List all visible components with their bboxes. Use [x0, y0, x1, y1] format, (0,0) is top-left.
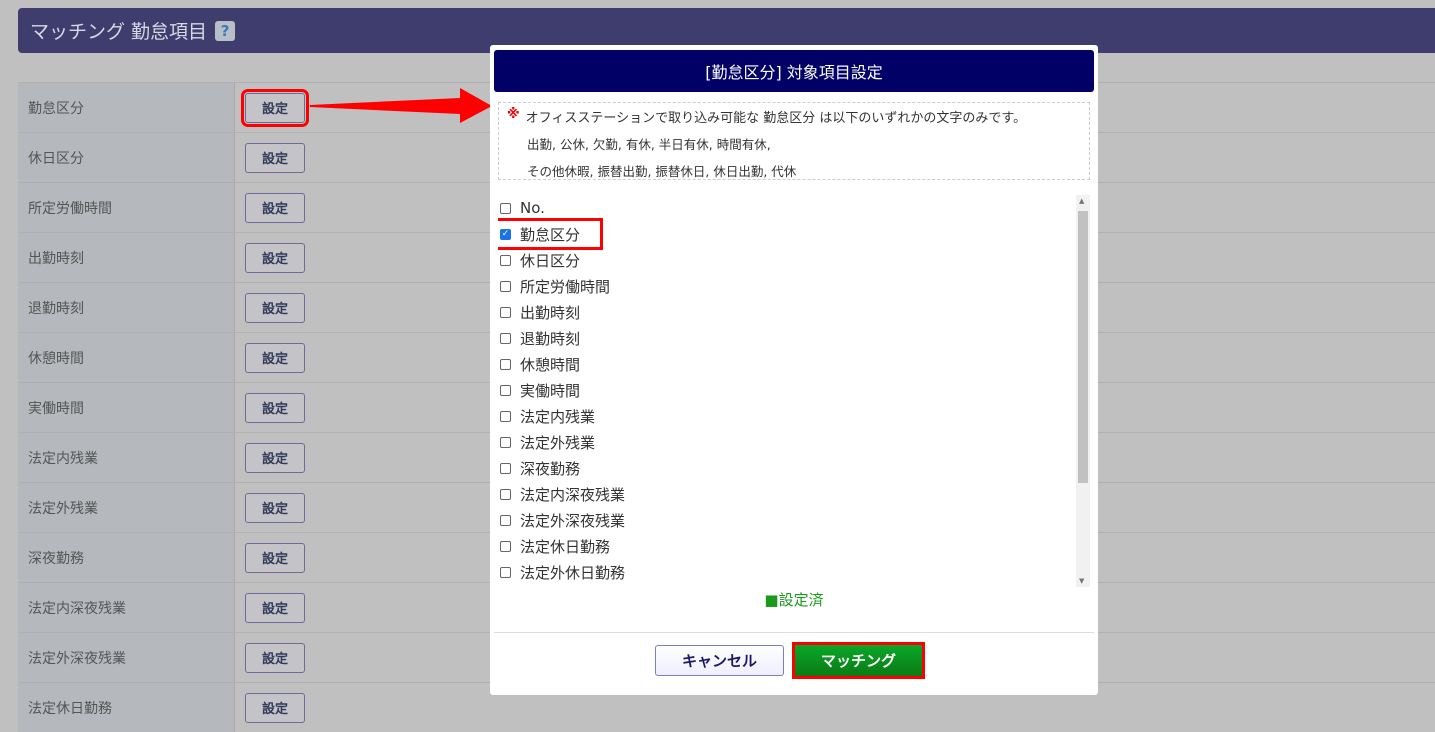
checklist-item[interactable]: 出勤時刻 [498, 299, 1090, 325]
red-arrow-annotation [310, 88, 492, 123]
checkbox[interactable] [500, 462, 511, 474]
row-label: 法定外残業 [18, 483, 235, 532]
set-button[interactable]: 設定 [245, 642, 305, 673]
item-label: 退勤時刻 [520, 329, 581, 348]
row-label: 実働時間 [18, 383, 235, 432]
set-button[interactable]: 設定 [245, 292, 305, 323]
checkbox[interactable] [500, 566, 511, 578]
checklist-item[interactable]: 所定労働時間 [498, 273, 1090, 299]
set-button[interactable]: 設定 [241, 88, 309, 127]
checklist-item[interactable]: 退勤時刻 [498, 325, 1090, 351]
row-label: 休日区分 [18, 133, 235, 182]
checkbox[interactable] [500, 410, 511, 422]
row-label: 深夜勤務 [18, 533, 235, 582]
set-button[interactable]: 設定 [245, 142, 305, 173]
set-button[interactable]: 設定 [245, 342, 305, 373]
item-label: 出勤時刻 [520, 303, 581, 322]
scroll-down-icon[interactable]: ▼ [1079, 577, 1084, 585]
checkbox[interactable]: ✓ [500, 228, 511, 240]
item-label: 法定外残業 [520, 433, 596, 452]
item-label: No. [520, 199, 545, 217]
item-label: 実働時間 [520, 381, 581, 400]
set-button[interactable]: 設定 [245, 492, 305, 523]
checkbox[interactable] [500, 254, 511, 266]
checklist-item[interactable]: ✓ 勤怠区分 [498, 218, 603, 250]
checklist-item[interactable]: No. [498, 195, 1090, 221]
matching-button[interactable]: マッチング [792, 642, 925, 679]
item-label: 法定内残業 [520, 407, 596, 426]
item-checklist: No. ✓ 勤怠区分休日区分所定労働時間 出勤時刻退勤時刻休憩時間実働時間法定内残業法… [498, 195, 1090, 587]
note-line2: その他休暇, 振替出勤, 振替休日, 休日出勤, 代休 [527, 164, 797, 179]
checkbox[interactable] [500, 306, 511, 318]
note-mark: ※ [507, 107, 520, 122]
item-label: 法定外休日勤務 [520, 563, 626, 582]
divider [494, 632, 1094, 633]
checklist-item[interactable]: 法定休日勤務 [498, 533, 1090, 559]
checkbox[interactable] [500, 332, 511, 344]
checklist-item[interactable]: 法定外休日勤務 [498, 559, 1090, 585]
dialog-title: [勤怠区分] 対象項目設定 [494, 50, 1094, 92]
item-label: 所定労働時間 [520, 277, 611, 296]
checkbox[interactable] [500, 358, 511, 370]
checkbox[interactable] [500, 436, 511, 448]
item-label: 法定休日勤務 [520, 537, 611, 556]
set-button[interactable]: 設定 [245, 542, 305, 573]
row-label: 退勤時刻 [18, 283, 235, 332]
note-box: ※ オフィスステーションで取り込み可能な 勤怠区分 は以下のいずれかの文字のみです… [498, 102, 1090, 180]
row-label: 出勤時刻 [18, 233, 235, 282]
set-button[interactable]: 設定 [245, 692, 305, 723]
row-label: 法定外深夜残業 [18, 633, 235, 682]
row-label: 法定内深夜残業 [18, 583, 235, 632]
set-button[interactable]: 設定 [245, 442, 305, 473]
set-button[interactable]: 設定 [245, 192, 305, 223]
row-label: 所定労働時間 [18, 183, 235, 232]
row-label: 勤怠区分 [18, 83, 235, 132]
checklist-item[interactable]: 実働時間 [498, 377, 1090, 403]
scrollbar[interactable]: ▲ ▼ [1076, 195, 1090, 587]
item-label: 勤怠区分 [520, 225, 581, 244]
row-label: 休憩時間 [18, 333, 235, 382]
checklist-item[interactable]: 深夜勤務 [498, 455, 1090, 481]
page-title: マッチング 勤怠項目 [30, 21, 208, 43]
item-label: 法定内深夜残業 [520, 485, 626, 504]
checkbox[interactable] [500, 540, 511, 552]
scroll-up-icon[interactable]: ▲ [1079, 197, 1084, 205]
cancel-button[interactable]: キャンセル [655, 645, 784, 676]
checklist-item[interactable]: 法定内残業 [498, 403, 1090, 429]
scrollbar-thumb[interactable] [1078, 211, 1088, 483]
checklist-item[interactable]: 法定内深夜残業 [498, 481, 1090, 507]
checkbox[interactable] [500, 488, 511, 500]
target-item-dialog: [勤怠区分] 対象項目設定 ※ オフィスステーションで取り込み可能な 勤怠区分 は… [490, 45, 1098, 695]
checkbox[interactable] [500, 384, 511, 396]
note-line1: 出勤, 公休, 欠勤, 有休, 半日有休, 時間有休, [527, 137, 771, 152]
item-label: 休日区分 [520, 251, 581, 270]
row-label: 法定休日勤務 [18, 683, 235, 732]
checklist-item[interactable]: 法定外深夜残業 [498, 507, 1090, 533]
checklist-item[interactable]: 休憩時間 [498, 351, 1090, 377]
checklist-item[interactable]: 法定外残業 [498, 429, 1090, 455]
set-button[interactable]: 設定 [245, 242, 305, 273]
checkbox[interactable] [500, 280, 511, 292]
item-label: 休憩時間 [520, 355, 581, 374]
row-label: 法定内残業 [18, 433, 235, 482]
status-legend: ■設定済 [764, 591, 824, 609]
checkbox[interactable] [500, 514, 511, 526]
checkbox[interactable] [500, 202, 511, 214]
set-button[interactable]: 設定 [245, 392, 305, 423]
set-button[interactable]: 設定 [245, 592, 305, 623]
help-icon[interactable]: ? [215, 20, 236, 41]
item-label: 法定外深夜残業 [520, 511, 626, 530]
checklist-item[interactable]: 休日区分 [498, 247, 1090, 273]
item-label: 深夜勤務 [520, 459, 581, 478]
note-text: オフィスステーションで取り込み可能な 勤怠区分 は以下のいずれかの文字のみです。 [525, 111, 1027, 126]
